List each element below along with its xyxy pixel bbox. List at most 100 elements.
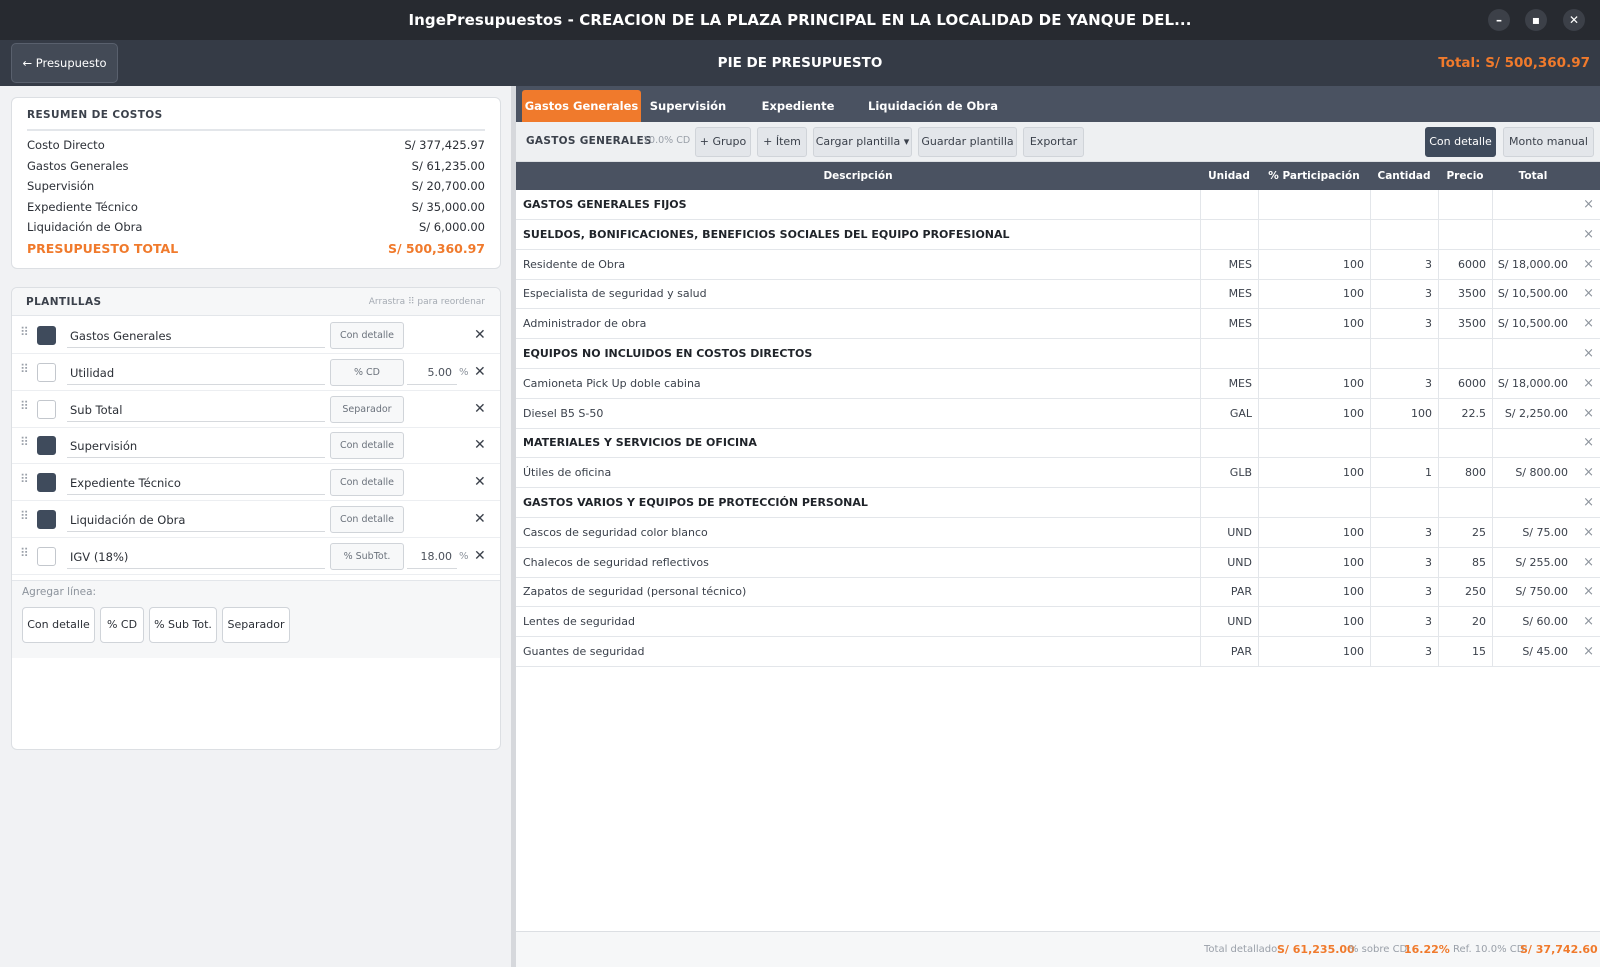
delete-row-icon[interactable]: × — [1583, 250, 1594, 280]
delete-row-icon[interactable]: × — [1583, 637, 1594, 667]
delete-row-icon[interactable]: × — [1583, 458, 1594, 488]
template-type-button[interactable]: Con detalle — [330, 432, 404, 460]
row-qty[interactable]: 3 — [1370, 309, 1438, 340]
remove-template-icon[interactable]: ✕ — [474, 433, 486, 457]
row-description[interactable]: Útiles de oficina — [523, 458, 611, 488]
table-row[interactable]: Lentes de seguridad UND 100 3 20 S/ 60.00 × — [516, 607, 1600, 638]
template-name-field[interactable]: Utilidad — [67, 361, 325, 385]
row-unit[interactable]: GAL — [1200, 398, 1258, 429]
delete-row-icon[interactable]: × — [1583, 428, 1594, 458]
template-name-field[interactable]: Supervisión — [67, 434, 325, 459]
template-checkbox[interactable] — [37, 473, 56, 493]
drag-handle-icon[interactable]: ⠿ — [20, 510, 29, 522]
template-name-field[interactable]: Expediente Técnico — [67, 471, 325, 496]
row-part[interactable]: 100 — [1258, 249, 1370, 280]
row-unit[interactable]: MES — [1200, 249, 1258, 280]
row-description[interactable]: Lentes de seguridad — [523, 607, 635, 637]
row-part[interactable]: 100 — [1258, 637, 1370, 667]
row-unit[interactable]: MES — [1200, 279, 1258, 310]
row-description[interactable]: Zapatos de seguridad (personal técnico) — [523, 577, 746, 607]
delete-row-icon[interactable]: × — [1583, 339, 1594, 369]
row-description[interactable]: Camioneta Pick Up doble cabina — [523, 369, 701, 399]
template-type-button[interactable]: % CD — [330, 358, 404, 386]
row-unit[interactable]: GLB — [1200, 458, 1258, 489]
row-price[interactable]: 15 — [1438, 637, 1492, 667]
remove-template-icon[interactable]: ✕ — [474, 470, 486, 494]
add-separator-button[interactable]: Separador — [222, 607, 290, 643]
table-group-row[interactable]: GASTOS VARIOS Y EQUIPOS DE PROTECCIÓN PE… — [516, 488, 1600, 518]
row-part[interactable]: 100 — [1258, 309, 1370, 340]
row-part[interactable]: 100 — [1258, 398, 1370, 429]
minimize-icon[interactable]: – — [1488, 9, 1510, 31]
delete-row-icon[interactable]: × — [1583, 518, 1594, 548]
table-row[interactable]: Guantes de seguridad PAR 100 3 15 S/ 45.00 × — [516, 637, 1600, 667]
template-checkbox[interactable] — [37, 399, 56, 419]
row-part[interactable]: 100 — [1258, 577, 1370, 608]
row-unit[interactable]: UND — [1200, 517, 1258, 548]
row-part[interactable]: 100 — [1258, 458, 1370, 489]
mode-manual-button[interactable]: Monto manual — [1503, 127, 1594, 157]
row-description[interactable]: GASTOS VARIOS Y EQUIPOS DE PROTECCIÓN PE… — [523, 488, 868, 518]
template-checkbox[interactable] — [37, 510, 56, 529]
delete-row-icon[interactable]: × — [1583, 577, 1594, 607]
row-description[interactable]: Administrador de obra — [523, 309, 646, 339]
close-icon[interactable]: ✕ — [1563, 9, 1585, 31]
row-unit[interactable]: MES — [1200, 309, 1258, 340]
delete-row-icon[interactable]: × — [1583, 279, 1594, 309]
remove-template-icon[interactable]: ✕ — [474, 507, 486, 531]
load-template-button[interactable]: Cargar plantilla ▾ — [813, 127, 912, 157]
add-detail-button[interactable]: Con detalle — [22, 607, 95, 643]
table-row[interactable]: Camioneta Pick Up doble cabina MES 100 3 600… — [516, 368, 1600, 399]
template-type-button[interactable]: Con detalle — [330, 506, 404, 533]
drag-handle-icon[interactable]: ⠿ — [20, 547, 29, 559]
delete-row-icon[interactable]: × — [1583, 220, 1594, 250]
tab-liquidacion-de-obra[interactable]: Liquidación de Obra — [868, 90, 998, 122]
tab-expediente-tecnico[interactable]: Expediente Técnico — [738, 90, 858, 145]
delete-row-icon[interactable]: × — [1583, 309, 1594, 339]
row-qty[interactable]: 3 — [1370, 368, 1438, 399]
template-name-field[interactable]: Gastos Generales — [67, 324, 325, 348]
template-type-button[interactable]: Con detalle — [330, 469, 404, 497]
row-qty[interactable]: 3 — [1370, 517, 1438, 548]
export-button[interactable]: Exportar — [1023, 127, 1084, 157]
add-group-button[interactable]: + Grupo — [695, 127, 751, 157]
tab-gastos-generales[interactable]: Gastos Generales — [522, 90, 641, 122]
delete-row-icon[interactable]: × — [1583, 607, 1594, 637]
template-type-button[interactable]: % SubTot. — [330, 542, 404, 570]
add-item-button[interactable]: + Ítem — [757, 127, 807, 157]
row-price[interactable]: 22.5 — [1438, 398, 1492, 429]
template-name-field[interactable]: IGV (18%) — [67, 545, 325, 569]
table-row[interactable]: Diesel B5 S-50 GAL 100 100 22.5 S/ 2,250.00 × — [516, 398, 1600, 429]
row-price[interactable]: 6000 — [1438, 249, 1492, 280]
row-qty[interactable]: 3 — [1370, 279, 1438, 310]
row-part[interactable]: 100 — [1258, 279, 1370, 310]
row-unit[interactable]: MES — [1200, 368, 1258, 399]
row-price[interactable]: 85 — [1438, 547, 1492, 578]
delete-row-icon[interactable]: × — [1583, 369, 1594, 399]
drag-handle-icon[interactable]: ⠿ — [20, 473, 29, 485]
template-name-field[interactable]: Sub Total — [67, 398, 325, 422]
row-part[interactable]: 100 — [1258, 547, 1370, 578]
row-price[interactable]: 800 — [1438, 458, 1492, 489]
add-pct-cd-button[interactable]: % CD — [100, 607, 144, 643]
table-row[interactable]: Cascos de seguridad color blanco UND 100 3 2… — [516, 517, 1600, 548]
table-group-row[interactable]: EQUIPOS NO INCLUIDOS EN COSTOS DIRECTOS × — [516, 339, 1600, 369]
row-description[interactable]: Diesel B5 S-50 — [523, 399, 603, 429]
row-description[interactable]: GASTOS GENERALES FIJOS — [523, 190, 687, 220]
template-name-field[interactable]: Liquidación de Obra — [67, 508, 325, 532]
row-description[interactable]: Guantes de seguridad — [523, 637, 645, 667]
table-row[interactable]: Administrador de obra MES 100 3 3500 S/ 10,50… — [516, 309, 1600, 340]
template-checkbox[interactable] — [37, 326, 56, 345]
save-template-button[interactable]: Guardar plantilla — [918, 127, 1017, 157]
table-row[interactable]: Especialista de seguridad y salud MES 100 3… — [516, 279, 1600, 310]
row-price[interactable]: 3500 — [1438, 309, 1492, 340]
drag-handle-icon[interactable]: ⠿ — [20, 326, 29, 338]
row-price[interactable]: 3500 — [1438, 279, 1492, 310]
row-part[interactable]: 100 — [1258, 517, 1370, 548]
drag-handle-icon[interactable]: ⠿ — [20, 436, 29, 448]
template-checkbox[interactable] — [37, 546, 56, 566]
row-description[interactable]: Chalecos de seguridad reflectivos — [523, 548, 709, 578]
row-unit[interactable]: UND — [1200, 547, 1258, 578]
table-row[interactable]: Útiles de oficina GLB 100 1 800 S/ 800.00 × — [516, 458, 1600, 489]
row-unit[interactable]: UND — [1200, 607, 1258, 638]
